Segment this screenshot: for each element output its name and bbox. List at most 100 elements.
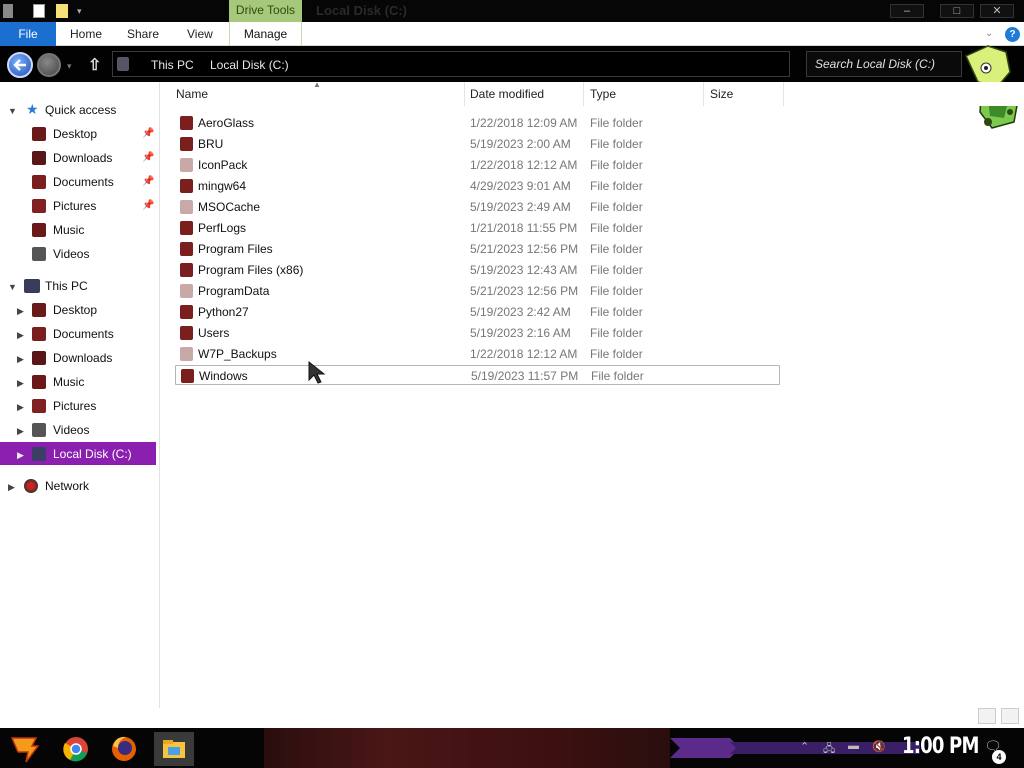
table-row[interactable]: MSOCache 5/19/2023 2:49 AM File folder	[175, 197, 780, 217]
file-type: File folder	[590, 326, 643, 340]
volume-muted-icon[interactable]: 🔇	[872, 740, 886, 753]
column-header-type[interactable]: Type	[584, 82, 704, 106]
table-row[interactable]: PerfLogs 1/21/2018 11:55 PM File folder	[175, 218, 780, 238]
sidebar-item-label: Desktop	[53, 303, 98, 317]
expand-icon[interactable]: ▶	[17, 426, 24, 437]
file-type: File folder	[591, 369, 644, 383]
maximize-button[interactable]: □	[940, 4, 974, 18]
app-icon	[3, 4, 13, 18]
sidebar-item-pc-desktop[interactable]: Desktop	[32, 299, 156, 321]
file-name: PerfLogs	[198, 221, 247, 235]
sidebar-item-network[interactable]: Network	[24, 475, 154, 497]
forward-button[interactable]	[37, 53, 61, 77]
start-icon[interactable]	[8, 732, 40, 764]
sidebar-item-pc-downloads[interactable]: Downloads	[32, 347, 156, 369]
large-icons-view-icon[interactable]	[1001, 708, 1019, 724]
customize-quick-access-icon[interactable]: ▾	[77, 6, 82, 17]
sidebar-item-qa-downloads[interactable]: Downloads	[32, 147, 156, 169]
file-date: 5/19/2023 2:00 AM	[470, 137, 571, 151]
chrome-icon[interactable]	[56, 732, 96, 766]
sidebar-item-pc-pictures[interactable]: Pictures	[32, 395, 156, 417]
sort-ascending-icon: ▲	[313, 80, 321, 89]
expand-icon[interactable]: ▶	[17, 450, 24, 461]
table-row[interactable]: mingw64 4/29/2023 9:01 AM File folder	[175, 176, 780, 196]
minimize-button[interactable]: –	[890, 4, 924, 18]
table-row[interactable]: ProgramData 5/21/2023 12:56 PM File fold…	[175, 281, 780, 301]
chevron-down-icon[interactable]: ⌄	[985, 28, 993, 39]
expand-icon[interactable]: ▶	[17, 354, 24, 365]
sidebar-item-local-disk[interactable]: Local Disk (C:)	[32, 443, 156, 465]
desktop-folder-icon	[32, 127, 46, 141]
breadcrumb-local-disk[interactable]: Local Disk (C:)	[210, 58, 289, 72]
table-row[interactable]: Python27 5/19/2023 2:42 AM File folder	[175, 302, 780, 322]
table-row[interactable]: AeroGlass 1/22/2018 12:09 AM File folder	[175, 113, 780, 133]
collapse-quick-access-icon[interactable]: ▼	[8, 106, 17, 116]
up-button[interactable]: ⇧	[88, 55, 101, 75]
file-type: File folder	[590, 179, 643, 193]
pin-icon[interactable]: 📌	[142, 152, 154, 163]
recent-locations-icon[interactable]: ▾	[67, 61, 72, 72]
pin-icon[interactable]: 📌	[142, 200, 154, 211]
pin-icon[interactable]: 📌	[142, 128, 154, 139]
address-bar[interactable]: This PC Local Disk (C:) ▾	[112, 51, 886, 77]
expand-icon[interactable]: ▶	[17, 402, 24, 413]
expand-icon[interactable]: ▶	[17, 378, 24, 389]
column-header-date-modified[interactable]: Date modified	[464, 82, 584, 106]
tab-manage[interactable]: Manage	[229, 22, 302, 46]
tab-home[interactable]: Home	[70, 22, 102, 46]
table-row[interactable]: Users 5/19/2023 2:16 AM File folder	[175, 323, 780, 343]
file-name: Windows	[199, 369, 248, 383]
tab-file[interactable]: File	[0, 22, 56, 46]
folder-icon	[180, 305, 193, 319]
file-type: File folder	[590, 116, 643, 130]
column-header-size[interactable]: Size	[704, 82, 784, 106]
sidebar-item-qa-desktop[interactable]: Desktop	[32, 123, 156, 145]
file-name: IconPack	[198, 158, 248, 172]
breadcrumb-this-pc[interactable]: This PC	[151, 58, 194, 72]
file-date: 5/21/2023 12:56 PM	[470, 242, 579, 256]
file-date: 4/29/2023 9:01 AM	[470, 179, 571, 193]
properties-icon[interactable]	[33, 4, 45, 18]
show-hidden-icons-icon[interactable]: ⌃	[800, 740, 809, 753]
sidebar-item-pc-videos[interactable]: Videos	[32, 419, 156, 441]
desktop-folder-icon	[32, 303, 46, 317]
sidebar-item-qa-music[interactable]: Music	[32, 219, 156, 241]
pin-icon[interactable]: 📌	[142, 176, 154, 187]
sidebar-item-label: Pictures	[53, 199, 97, 213]
table-row-selected[interactable]: Windows 5/19/2023 11:57 PM File folder	[175, 365, 780, 385]
sidebar-item-this-pc[interactable]: This PC	[24, 275, 154, 297]
expand-icon[interactable]: ▶	[8, 482, 15, 493]
sidebar-item-qa-videos[interactable]: Videos	[32, 243, 156, 265]
navigation-bar: ▾ ⇧ This PC Local Disk (C:) ▾ Search Loc…	[0, 46, 1024, 82]
taskbar-clock[interactable]: 1:00 PM	[902, 734, 979, 759]
drive-icon	[32, 447, 46, 461]
details-view-icon[interactable]	[978, 708, 996, 724]
table-row[interactable]: BRU 5/19/2023 2:00 AM File folder	[175, 134, 780, 154]
collapse-this-pc-icon[interactable]: ▼	[8, 282, 17, 292]
sidebar-item-qa-documents[interactable]: Documents	[32, 171, 156, 193]
folder-icon	[180, 116, 193, 130]
table-row[interactable]: Program Files 5/21/2023 12:56 PM File fo…	[175, 239, 780, 259]
sidebar-item-label: Quick access	[45, 103, 117, 117]
table-row[interactable]: IconPack 1/22/2018 12:12 AM File folder	[175, 155, 780, 175]
tab-view[interactable]: View	[187, 22, 213, 46]
expand-icon[interactable]: ▶	[17, 330, 24, 341]
file-explorer-icon[interactable]	[154, 732, 194, 766]
expand-icon[interactable]: ▶	[17, 306, 24, 317]
network-tray-icon[interactable]: 🖧	[823, 740, 835, 759]
table-row[interactable]: Program Files (x86) 5/19/2023 12:43 AM F…	[175, 260, 780, 280]
help-icon[interactable]: ?	[1005, 27, 1020, 42]
sidebar-item-quick-access[interactable]: ★ Quick access	[24, 99, 154, 121]
sidebar-item-pc-music[interactable]: Music	[32, 371, 156, 393]
firefox-icon[interactable]	[104, 732, 144, 766]
new-folder-icon[interactable]	[56, 4, 68, 18]
table-row[interactable]: W7P_Backups 1/22/2018 12:12 AM File fold…	[175, 344, 780, 364]
sidebar-item-qa-pictures[interactable]: Pictures	[32, 195, 156, 217]
tray-app-icon[interactable]: ▬	[848, 740, 859, 752]
pictures-folder-icon	[32, 399, 46, 413]
close-button[interactable]: ✕	[980, 4, 1014, 18]
search-input[interactable]: Search Local Disk (C:)	[806, 51, 962, 77]
file-date: 1/22/2018 12:12 AM	[470, 347, 578, 361]
tab-share[interactable]: Share	[127, 22, 159, 46]
sidebar-item-pc-documents[interactable]: Documents	[32, 323, 156, 345]
